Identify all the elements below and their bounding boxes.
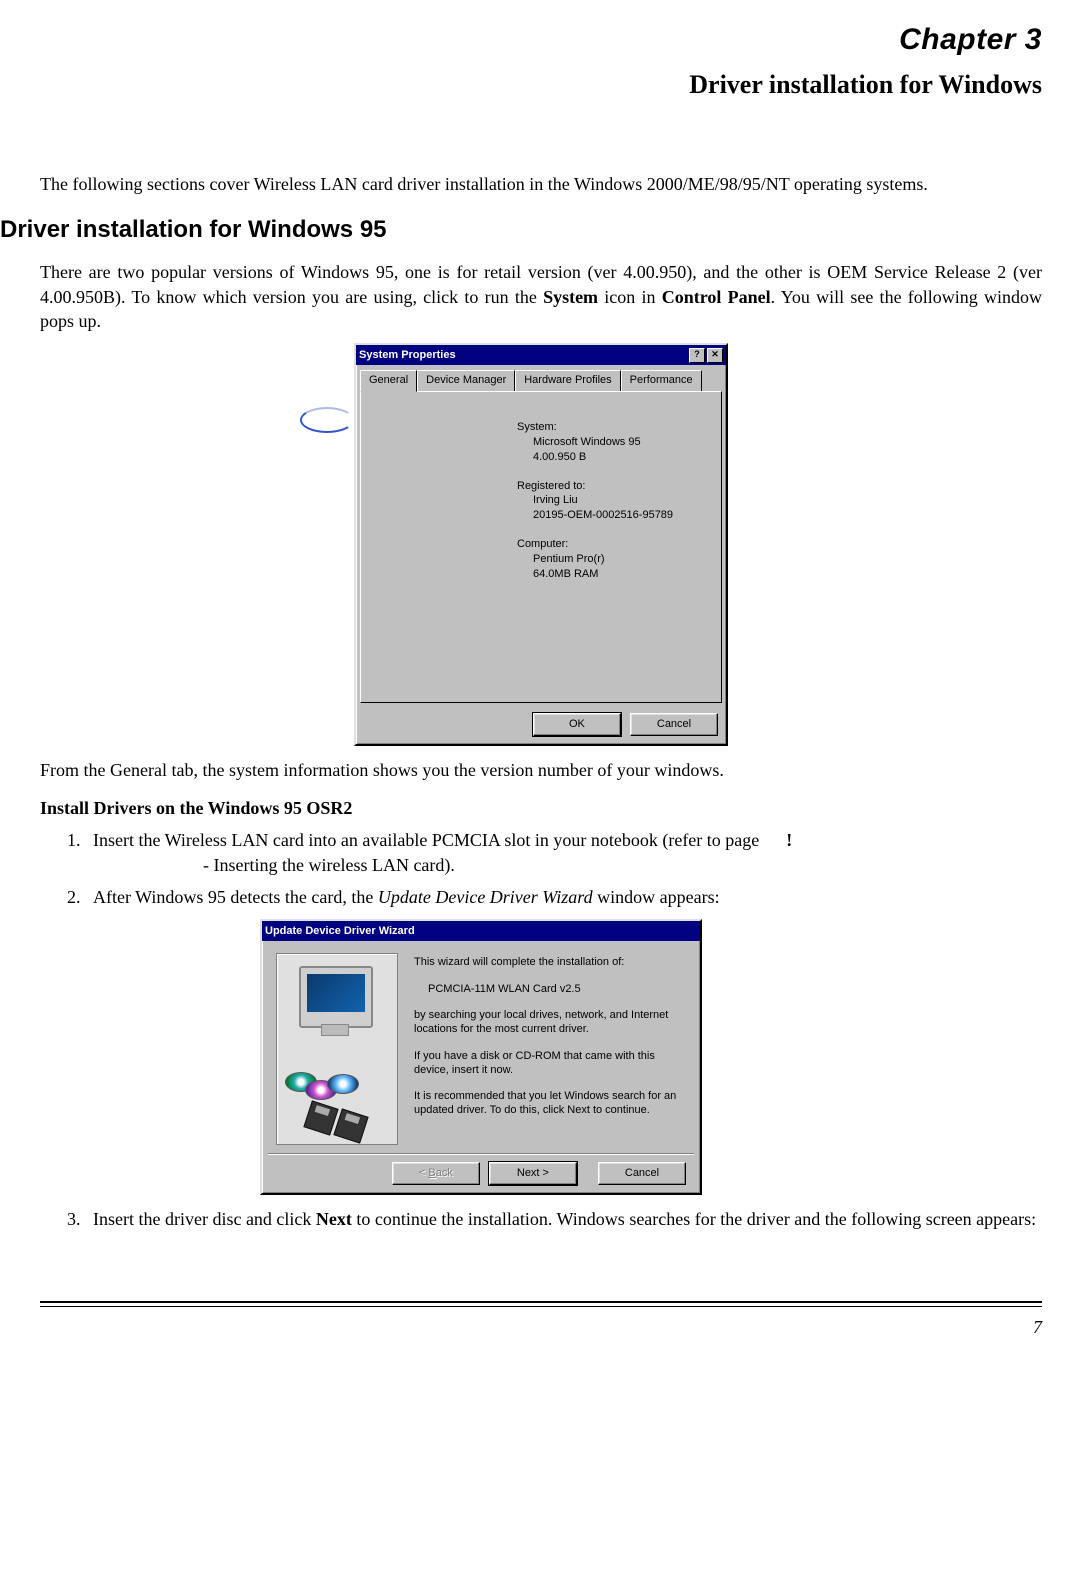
step-1: Insert the Wireless LAN card into an ava… — [85, 828, 1042, 877]
value-system-2: 4.00.950 B — [533, 450, 705, 465]
figure-update-wizard: Update Device Driver Wizard This wizard … — [40, 919, 1042, 1195]
paragraph-versions: There are two popular versions of Window… — [40, 260, 1042, 333]
text: Insert the Wireless LAN card into an ava… — [93, 830, 764, 850]
wizard-line-3: by searching your local drives, network,… — [414, 1008, 682, 1037]
button-row: OK Cancel — [356, 707, 726, 744]
bold-next: Next — [316, 1209, 352, 1229]
cancel-button[interactable]: Cancel — [630, 713, 718, 736]
intro-paragraph: The following sections cover Wireless LA… — [40, 172, 1042, 196]
wizard-line-4: If you have a disk or CD-ROM that came w… — [414, 1049, 682, 1078]
install-steps-cont: Insert the driver disc and click Next to… — [40, 1207, 1042, 1231]
cancel-button[interactable]: Cancel — [598, 1162, 686, 1185]
label-system: System: — [517, 420, 705, 435]
sub-heading-osr2: Install Drivers on the Windows 95 OSR2 — [40, 796, 1042, 820]
text: After Windows 95 detects the card, the — [93, 887, 378, 907]
button-row: < Back Next > Cancel — [268, 1153, 694, 1193]
dialog-system-properties: System Properties ? ✕ General Device Man… — [354, 343, 728, 746]
footer-rule — [40, 1301, 1042, 1307]
value-computer-1: Pentium Pro(r) — [533, 552, 705, 567]
wizard-line-1: This wizard will complete the installati… — [414, 955, 682, 969]
titlebar: Update Device Driver Wizard — [262, 921, 700, 941]
step-2: After Windows 95 detects the card, the U… — [85, 885, 1042, 909]
bold-control-panel: Control Panel — [662, 287, 771, 307]
install-steps: Insert the Wireless LAN card into an ava… — [40, 828, 1042, 909]
callout-ellipse — [300, 407, 354, 433]
wizard-line-5: It is recommended that you let Windows s… — [414, 1089, 682, 1118]
dialog-title: Update Device Driver Wizard — [265, 924, 697, 939]
dialog-title: System Properties — [359, 348, 687, 363]
page-footer: 7 — [40, 1301, 1042, 1339]
label-registered: Registered to: — [517, 479, 705, 494]
floppy-icon — [333, 1109, 368, 1144]
text: to continue the installation. Windows se… — [352, 1209, 1036, 1229]
wizard-graphic — [276, 953, 398, 1145]
cd-icon — [327, 1074, 359, 1094]
bold-system: System — [543, 287, 598, 307]
text: icon in — [598, 287, 662, 307]
ok-button[interactable]: OK — [533, 713, 621, 736]
tab-hardware-profiles[interactable]: Hardware Profiles — [515, 370, 620, 392]
value-registered-2: 20195-OEM-0002516-95789 — [533, 508, 705, 523]
value-computer-2: 64.0MB RAM — [533, 567, 705, 582]
chapter-title: Chapter 3 — [40, 20, 1042, 61]
wizard-device-name: PCMCIA-11M WLAN Card v2.5 — [414, 982, 682, 996]
monitor-icon — [299, 966, 373, 1028]
error-marker: ! — [786, 830, 792, 850]
tab-bar: General Device Manager Hardware Profiles… — [356, 365, 726, 391]
titlebar: System Properties ? ✕ — [356, 345, 726, 365]
next-button[interactable]: Next > — [489, 1162, 577, 1185]
italic-wizard-name: Update Device Driver Wizard — [378, 887, 593, 907]
general-panel: System: Microsoft Windows 95 4.00.950 B … — [360, 391, 722, 703]
back-button: < Back — [392, 1162, 480, 1185]
help-button[interactable]: ? — [689, 348, 705, 363]
section-heading: Driver installation for Windows 95 — [0, 214, 1042, 246]
text: Insert the driver disc and click — [93, 1209, 316, 1229]
page-number: 7 — [40, 1315, 1042, 1339]
label-computer: Computer: — [517, 537, 705, 552]
monitor-stand-icon — [321, 1024, 349, 1036]
tab-device-manager[interactable]: Device Manager — [417, 370, 515, 392]
tab-general[interactable]: General — [360, 370, 417, 392]
page-subtitle: Driver installation for Windows — [40, 67, 1042, 102]
floppy-icon — [303, 1101, 338, 1136]
figure-system-properties: System Properties ? ✕ General Device Man… — [40, 343, 1042, 746]
value-registered-1: Irving Liu — [533, 493, 705, 508]
text: - Inserting the wireless LAN card). — [203, 853, 1042, 877]
text: window appears: — [593, 887, 720, 907]
dialog-body: This wizard will complete the installati… — [262, 941, 700, 1153]
paragraph-general-tab: From the General tab, the system informa… — [40, 758, 1042, 782]
close-button[interactable]: ✕ — [707, 348, 723, 363]
tab-performance[interactable]: Performance — [621, 370, 702, 392]
step-3: Insert the driver disc and click Next to… — [85, 1207, 1042, 1231]
wizard-text: This wizard will complete the installati… — [410, 941, 700, 1153]
dialog-update-wizard: Update Device Driver Wizard This wizard … — [260, 919, 702, 1195]
value-system-1: Microsoft Windows 95 — [533, 435, 705, 450]
